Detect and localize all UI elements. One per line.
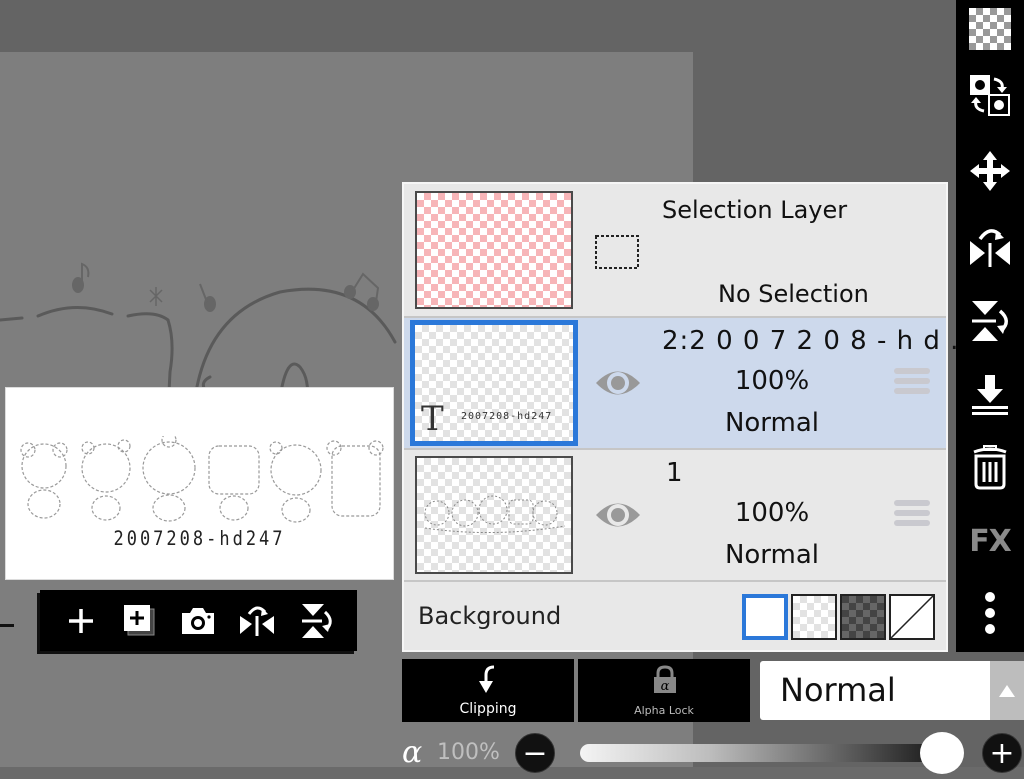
layer-opacity: 100% <box>734 498 810 528</box>
navigator-code-text: 2007208-hd247 <box>113 527 286 551</box>
move-button[interactable] <box>956 142 1024 200</box>
navigator-drawing <box>20 436 384 523</box>
layer-thumbnail <box>415 456 573 574</box>
flip-vertical-button[interactable] <box>294 599 338 643</box>
flip-vertical-icon <box>972 301 1008 341</box>
clipping-label: Clipping <box>459 701 517 717</box>
layer-opacity: 100% <box>734 366 810 396</box>
left-dash <box>0 624 14 627</box>
selection-status: No Selection <box>718 280 869 308</box>
selection-layer-row[interactable]: Selection Layer No Selection <box>404 184 946 318</box>
fx-icon: FX <box>969 523 1012 559</box>
merge-down-icon <box>972 375 1008 415</box>
plus-icon: + <box>989 735 1015 771</box>
blend-mode-toggle[interactable] <box>990 661 1024 720</box>
flip-vertical-icon <box>301 603 332 638</box>
add-layer-copy-button[interactable] <box>118 599 162 643</box>
background-none-swatch[interactable] <box>889 594 935 640</box>
flip-vertical-side-button[interactable] <box>956 292 1024 350</box>
layer-row[interactable]: T 2007208-hd247 2:2 0 0 7 2 0 8 - h d . … <box>404 318 958 450</box>
transparency-checker-icon <box>969 8 1011 50</box>
clipping-arrow-icon <box>479 665 495 693</box>
add-layer-button[interactable] <box>59 599 103 643</box>
fx-button[interactable]: FX <box>956 512 1024 570</box>
alpha-lock-label: Alpha Lock <box>634 704 694 717</box>
opacity-slider[interactable] <box>580 744 950 762</box>
layer-name: 1 <box>666 458 683 488</box>
flip-horizontal-icon <box>240 606 275 636</box>
more-vertical-icon <box>985 592 995 634</box>
triangle-up-icon <box>999 684 1015 697</box>
layer-thumbnail-drawing <box>424 495 566 534</box>
opacity-slider-knob[interactable] <box>920 732 964 774</box>
no-background-icon <box>890 595 934 639</box>
layer-blend-mode: Normal <box>724 540 820 570</box>
swap-layer-icon <box>970 75 1010 116</box>
add-layer-icon <box>69 608 94 633</box>
merge-down-button[interactable] <box>956 366 1024 424</box>
trash-icon <box>973 445 1007 490</box>
layer-name: 2:2 0 0 7 2 0 8 - h d . <box>662 326 960 356</box>
background-checker-light-swatch[interactable] <box>791 594 837 640</box>
move-icon <box>970 151 1010 191</box>
layer-thumbnail: T 2007208-hd247 <box>410 320 578 446</box>
selection-marquee-icon <box>595 235 639 269</box>
visibility-eye-icon[interactable] <box>594 366 642 400</box>
camera-button[interactable] <box>176 599 220 643</box>
background-checker-dark-swatch[interactable] <box>840 594 886 640</box>
selection-layer-title: Selection Layer <box>662 196 848 224</box>
thumbnail-text: 2007208-hd247 <box>461 411 553 422</box>
svg-text:α: α <box>661 679 670 694</box>
blend-mode-value: Normal <box>780 671 896 709</box>
text-layer-icon: T <box>421 399 444 439</box>
opacity-value: 100% <box>437 740 500 765</box>
flip-horizontal-button[interactable] <box>235 599 279 643</box>
blend-mode-select[interactable]: Normal <box>760 661 990 720</box>
flip-horizontal-icon <box>970 229 1010 267</box>
clipping-button[interactable]: Clipping <box>402 659 574 722</box>
navigator-preview[interactable]: 2007208-hd247 <box>5 387 394 580</box>
layers-panel: Selection Layer No Selection T 2007208-h… <box>402 182 958 652</box>
lock-icon: α <box>654 665 676 694</box>
delete-layer-button[interactable] <box>956 438 1024 496</box>
transparency-button[interactable] <box>956 0 1024 58</box>
app-root: 2007208-hd247 FX Selection Layer No Sele… <box>0 0 1024 779</box>
alpha-symbol: α <box>402 735 423 770</box>
drag-handle-icon[interactable] <box>894 500 930 530</box>
right-toolbar: FX <box>956 0 1024 652</box>
bottom-strip <box>0 767 1024 779</box>
layer-blend-mode: Normal <box>724 408 820 438</box>
camera-icon <box>182 607 215 634</box>
opacity-decrease-button[interactable]: − <box>515 733 555 773</box>
more-options-button[interactable] <box>956 584 1024 642</box>
opacity-increase-button[interactable]: + <box>982 733 1022 773</box>
background-white-swatch[interactable] <box>742 594 788 640</box>
minus-icon: − <box>522 735 548 771</box>
add-layer-copy-icon <box>123 604 155 635</box>
layer-row[interactable]: 1 100% Normal <box>404 450 946 582</box>
visibility-eye-icon[interactable] <box>594 498 642 532</box>
flip-horizontal-side-button[interactable] <box>956 218 1024 276</box>
selection-layer-thumbnail <box>415 191 573 309</box>
background-label: Background <box>418 602 562 630</box>
alpha-lock-button[interactable]: α Alpha Lock <box>578 659 750 722</box>
swap-layer-button[interactable] <box>956 66 1024 124</box>
drag-handle-icon[interactable] <box>894 368 930 398</box>
layer-toolbar <box>40 590 357 651</box>
